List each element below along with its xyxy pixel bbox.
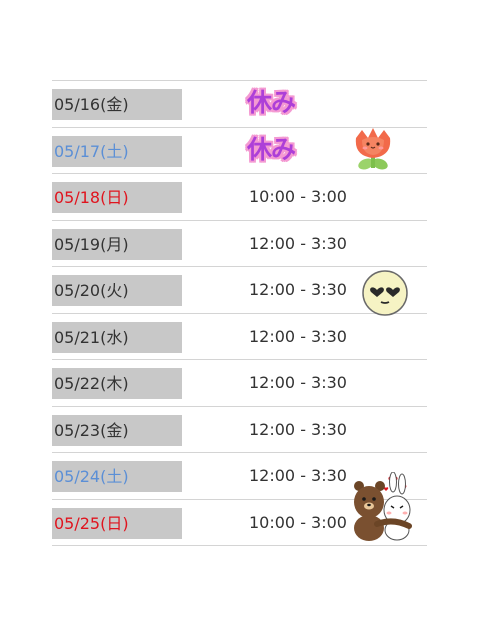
date-label: 05/18(日)	[52, 182, 182, 213]
schedule-row: 05/18(日) 10:00 - 3:00	[52, 173, 427, 220]
hours-text: 10:00 - 3:00	[249, 512, 347, 532]
date-label: 05/17(土)	[52, 135, 182, 167]
date-label: 05/24(土)	[52, 461, 182, 492]
heart-eyes-smiley-sticker-icon	[362, 270, 408, 316]
tulip-sticker-icon	[355, 128, 391, 170]
date-label: 05/23(金)	[52, 414, 182, 446]
date-label: 05/16(金)	[52, 89, 182, 120]
schedule-row: 05/22(木) 12:00 - 3:30	[52, 359, 427, 406]
date-label: 05/22(木)	[52, 368, 182, 399]
hours-text: 12:00 - 3:30	[249, 373, 347, 392]
hours-text: 12:00 - 3:30	[249, 233, 347, 253]
holiday-label: 休み	[247, 88, 296, 117]
hours-text: 12:00 - 3:30	[249, 326, 347, 346]
hours-text: 12:00 - 3:30	[249, 419, 347, 439]
schedule-row: 05/19(月) 12:00 - 3:30	[52, 219, 427, 267]
schedule-row: 05/23(金) 12:00 - 3:30	[52, 405, 427, 453]
date-label: 05/25(日)	[52, 507, 182, 539]
date-label: 05/20(火)	[52, 275, 182, 306]
schedule-row: 05/21(水) 12:00 - 3:30	[52, 312, 427, 360]
bear-and-bunny-hug-sticker-icon	[354, 472, 412, 541]
holiday-label: 休み	[247, 134, 296, 164]
hours-text: 12:00 - 3:30	[249, 280, 347, 299]
schedule-row: 05/16(金) 休み	[52, 80, 427, 127]
date-label: 05/21(水)	[52, 321, 182, 353]
hours-text: 10:00 - 3:00	[249, 187, 347, 206]
hours-text: 12:00 - 3:30	[249, 466, 347, 485]
date-label: 05/19(月)	[52, 228, 182, 260]
